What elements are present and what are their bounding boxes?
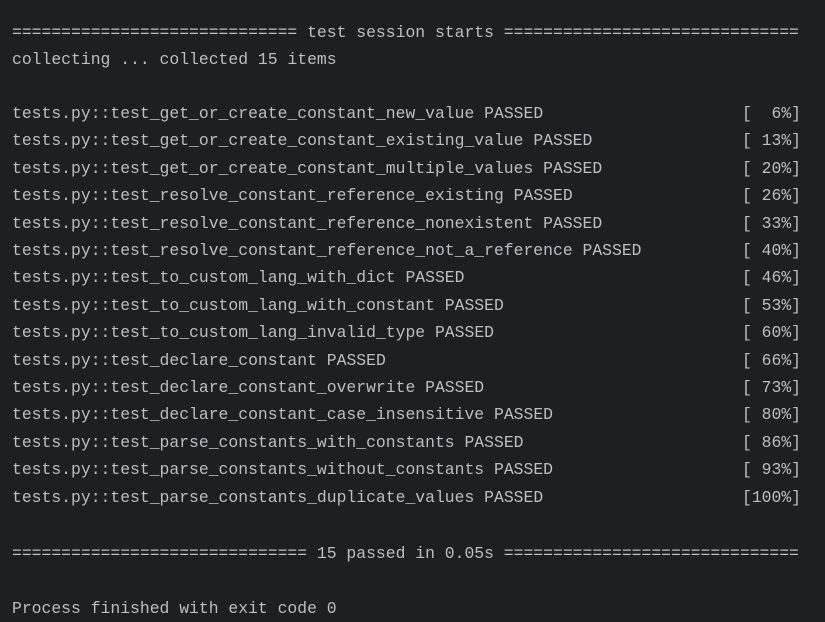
test-progress: [ 66%] (742, 350, 802, 370)
exit-line: Process finished with exit code 0 (12, 599, 337, 618)
test-name: tests.py::test_get_or_create_constant_ne… (12, 104, 475, 123)
test-status: PASSED (493, 460, 554, 480)
test-progress: [ 86%] (742, 432, 802, 452)
test-name: tests.py::test_to_custom_lang_invalid_ty… (12, 323, 426, 343)
test-status: PASSED (326, 350, 386, 370)
test-progress: [ 40%] (742, 241, 802, 260)
test-status: PASSED (464, 432, 524, 452)
test-name: tests.py::test_parse_constants_with_cons… (12, 432, 455, 452)
test-progress: [ 13%] (742, 131, 802, 151)
test-status: PASSED (484, 487, 544, 507)
test-result-row: tests.py::test_get_or_create_constant_mu… (12, 158, 602, 180)
test-progress: [ 33%] (742, 213, 802, 233)
test-progress: [ 60%] (742, 323, 802, 343)
test-status: PASSED (582, 241, 642, 260)
test-result-row: tests.py::test_parse_constants_without_c… (12, 459, 553, 481)
summary-line: ============================== 15 passed… (12, 544, 799, 563)
test-name: tests.py::test_resolve_constant_referenc… (12, 186, 504, 206)
test-progress: [100%] (742, 487, 802, 507)
test-name: tests.py::test_declare_constant_case_ins… (12, 405, 485, 425)
test-name: tests.py::test_to_custom_lang_with_const… (12, 295, 435, 315)
test-result-row: tests.py::test_get_or_create_constant_ne… (12, 103, 543, 125)
test-name: tests.py::test_resolve_constant_referenc… (12, 241, 573, 260)
test-result-row: tests.py::test_to_custom_lang_with_dict … (12, 267, 464, 289)
test-progress: [ 20%] (742, 158, 802, 178)
test-name: tests.py::test_parse_constants_without_c… (12, 460, 485, 480)
test-name: tests.py::test_get_or_create_constant_mu… (12, 158, 534, 178)
test-status: PASSED (484, 104, 544, 123)
test-status: PASSED (513, 186, 573, 206)
session-header: ============================= test sessi… (12, 23, 799, 42)
test-result-row: tests.py::test_resolve_constant_referenc… (12, 185, 573, 207)
test-name: tests.py::test_parse_constants_duplicate… (12, 487, 475, 507)
test-result-row: tests.py::test_declare_constant_case_ins… (12, 404, 553, 426)
test-result-row: tests.py::test_parse_constants_with_cons… (12, 432, 524, 454)
test-status: PASSED (493, 405, 554, 425)
test-progress: [ 80%] (742, 405, 802, 425)
test-progress: [ 73%] (742, 378, 802, 397)
test-result-row: tests.py::test_resolve_constant_referenc… (12, 240, 642, 262)
test-name: tests.py::test_get_or_create_constant_ex… (12, 131, 524, 151)
test-result-row: tests.py::test_parse_constants_duplicate… (12, 487, 543, 509)
test-name: tests.py::test_to_custom_lang_with_dict (12, 268, 396, 288)
test-progress: [ 53%] (742, 295, 802, 315)
test-status: PASSED (444, 295, 504, 315)
test-result-row: tests.py::test_to_custom_lang_with_const… (12, 295, 504, 317)
test-status: PASSED (533, 131, 593, 151)
test-result-row: tests.py::test_declare_constant_overwrit… (12, 377, 484, 399)
test-name: tests.py::test_declare_constant (12, 350, 317, 370)
test-name: tests.py::test_resolve_constant_referenc… (12, 213, 534, 233)
test-result-row: tests.py::test_resolve_constant_referenc… (12, 213, 602, 235)
collecting-line: collecting ... collected 15 items (12, 50, 337, 69)
test-status: PASSED (425, 378, 485, 397)
test-progress: [ 26%] (742, 186, 802, 206)
test-status: PASSED (543, 158, 603, 178)
test-result-row: tests.py::test_declare_constant PASSED (12, 350, 386, 372)
test-status: PASSED (434, 323, 494, 343)
test-status: PASSED (405, 268, 465, 288)
test-status: PASSED (543, 213, 603, 233)
test-result-row: tests.py::test_get_or_create_constant_ex… (12, 130, 592, 152)
test-name: tests.py::test_declare_constant_overwrit… (12, 378, 416, 397)
test-result-row: tests.py::test_to_custom_lang_invalid_ty… (12, 322, 494, 344)
test-progress: [ 46%] (742, 268, 802, 288)
test-progress: [ 93%] (742, 460, 802, 480)
test-progress: [ 6%] (742, 104, 802, 123)
